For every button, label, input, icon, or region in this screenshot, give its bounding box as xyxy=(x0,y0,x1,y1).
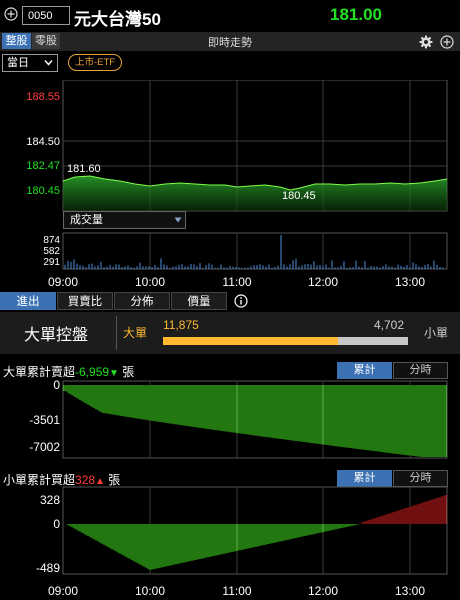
tab-whole-lot[interactable]: 整股 xyxy=(2,33,31,49)
volume-max-label: 874 xyxy=(43,235,60,246)
chevron-down-icon xyxy=(174,217,182,223)
info-icon[interactable] xyxy=(234,294,248,308)
time-label-1100: 11:00 xyxy=(222,584,251,598)
big-order-title: 大單控盤 xyxy=(24,327,89,344)
volume-chart: 874 582 291 09:00 10:00 11:00 12:00 13:0… xyxy=(43,232,448,289)
low-annotation: 180.45 xyxy=(282,190,316,202)
time-label-1100: 11:00 xyxy=(222,275,251,289)
toggle-cumulative[interactable]: 累計 xyxy=(337,362,392,379)
time-label-1300: 13:00 xyxy=(395,584,425,598)
tab-buy-sell-ratio[interactable]: 買賣比 xyxy=(57,292,113,310)
volume-selector[interactable]: 成交量 xyxy=(63,211,186,229)
price-mid-label: 184.50 xyxy=(26,136,60,148)
big-cumulative-value: -6,959 xyxy=(75,365,110,379)
big-small-ratio-bar xyxy=(163,337,408,345)
big-order-value: 11,875 xyxy=(163,318,199,332)
time-label-0900: 09:00 xyxy=(48,275,78,289)
volume-mid-label: 582 xyxy=(43,246,60,257)
high-annotation: 181.60 xyxy=(67,163,101,175)
big-cum-min-label: -7002 xyxy=(29,440,60,454)
time-label-1200: 12:00 xyxy=(308,275,338,289)
big-cum-mid-label: -3501 xyxy=(29,413,60,427)
price-low-label: 180.45 xyxy=(26,185,60,197)
big-cumulative-bars xyxy=(63,385,447,457)
plus-circle-icon[interactable] xyxy=(440,35,454,49)
intraday-title: 即時走勢 xyxy=(208,37,252,49)
price-high-label: 188.55 xyxy=(26,91,60,103)
small-cumulative-bars xyxy=(67,495,447,570)
small-cumulative-chart: 328 0 -489 09:00 10:00 11:00 12:00 13:00 xyxy=(36,486,448,598)
tab-row: 即時走勢 整股 零股 xyxy=(0,32,460,51)
divider xyxy=(116,316,117,350)
volume-low-label: 291 xyxy=(43,257,60,268)
small-cum-max-label: 328 xyxy=(40,493,60,507)
gear-icon[interactable] xyxy=(419,35,433,49)
price-chart: 188.55 184.50 182.47 180.45 181.60 180.4… xyxy=(26,80,448,212)
price-ref-label: 182.47 xyxy=(26,160,60,172)
tab-distribution[interactable]: 分佈 xyxy=(114,292,170,310)
volume-bars xyxy=(64,235,444,269)
tab-odd-lot[interactable]: 零股 xyxy=(32,33,60,49)
big-cumulative-prefix: 大單累計賣超 xyxy=(3,365,76,379)
chevron-down-icon xyxy=(44,60,53,66)
small-order-value: 4,702 xyxy=(374,318,405,332)
time-label-1200: 12:00 xyxy=(308,584,338,598)
big-cum-zero-label: 0 xyxy=(53,378,60,392)
big-order-share-fill xyxy=(163,337,339,345)
big-order-label: 大單 xyxy=(123,326,148,340)
stock-code-input[interactable] xyxy=(22,6,70,25)
time-label-1000: 10:00 xyxy=(135,584,165,598)
small-cum-min-label: -489 xyxy=(36,561,60,575)
stock-name: 元大台灣50 xyxy=(74,10,161,29)
tab-price-volume[interactable]: 價量 xyxy=(171,292,227,310)
small-cum-zero-label: 0 xyxy=(53,517,60,531)
time-label-0900: 09:00 xyxy=(48,584,78,598)
small-order-label: 小單 xyxy=(424,326,449,340)
current-price: 181.00 xyxy=(330,5,382,24)
time-label-1300: 13:00 xyxy=(395,275,425,289)
tab-inflow-outflow[interactable]: 進出 xyxy=(0,292,56,310)
plus-circle-icon[interactable] xyxy=(4,7,18,21)
time-label-1000: 10:00 xyxy=(135,275,165,289)
toggle-per-period[interactable]: 分時 xyxy=(393,362,448,379)
big-cumulative-chart: 0 -3501 -7002 xyxy=(29,378,448,459)
analysis-tabs: 進出 買賣比 分佈 價量 xyxy=(0,292,460,311)
listing-badge: 上市-ETF xyxy=(68,54,123,71)
big-cumulative-unit: 張 xyxy=(122,365,135,379)
